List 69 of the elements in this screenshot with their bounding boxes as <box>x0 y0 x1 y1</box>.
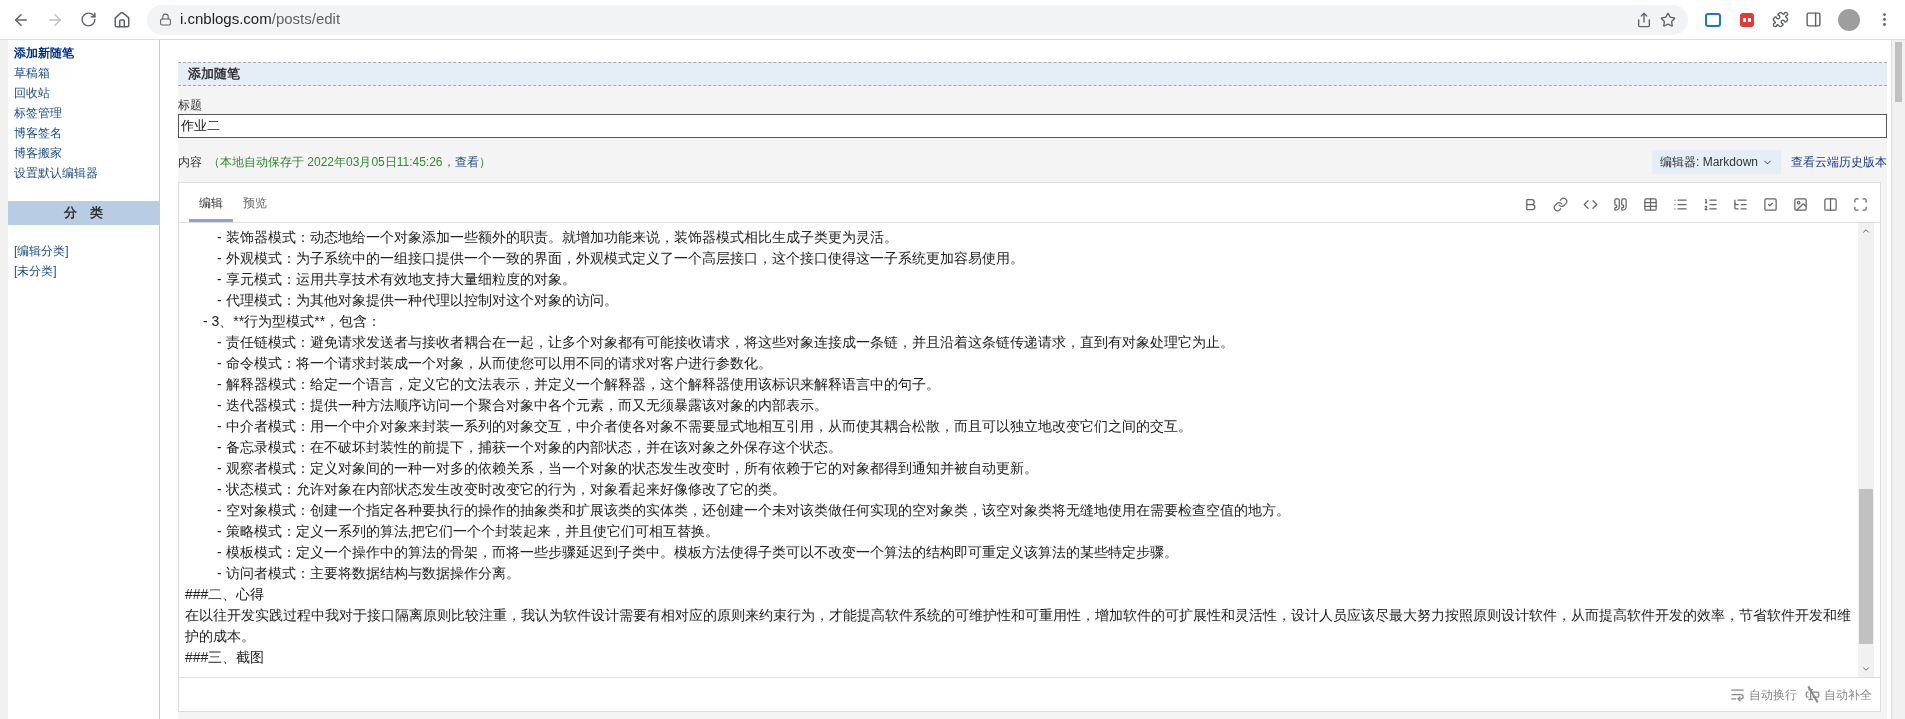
title-input[interactable]: 作业二 <box>178 114 1887 138</box>
editor-line: - 装饰器模式：动态地给一个对象添加一些额外的职责。就增加功能来说，装饰器模式相比生成子类更为灵活。 <box>216 228 899 247</box>
editor-line: - 访问者模式：主要将数据结构与数据操作分离。 <box>216 564 521 583</box>
avatar-icon[interactable] <box>1838 8 1860 31</box>
category-link[interactable]: [编辑分类] <box>8 241 159 261</box>
editor-line: ###二、心得 <box>185 585 266 604</box>
editor-tab[interactable]: 预览 <box>233 186 277 222</box>
address-bar[interactable]: i.cnblogs.com/posts/edit <box>147 4 1688 35</box>
panel-header: 添加随笔 <box>178 62 1887 86</box>
indent-icon[interactable] <box>1733 196 1748 212</box>
editor-line: - 状态模式：允许对象在内部状态发生改变时改变它的行为，对象看起来好像修改了它的类。 <box>216 480 787 499</box>
editor-line: - 外观模式：为子系统中的一组接口提供一个一致的界面，外观模式定义了一个高层接口，这个接口使得这一子系统更加容易使用。 <box>216 249 1025 268</box>
sidebar-link[interactable]: 设置默认编辑器 <box>8 163 159 183</box>
editor-line: - 迭代器模式：提供一种方法顺序访问一个聚合对象中各个元素，而又无须暴露该对象的内部表示。 <box>216 396 829 415</box>
sidebar-link[interactable]: 添加新随笔 <box>8 43 159 63</box>
scrollbar[interactable] <box>1858 223 1874 677</box>
sidebar-link[interactable]: 草稿箱 <box>8 63 159 83</box>
editor-tab[interactable]: 编辑 <box>189 186 233 222</box>
url-text: i.cnblogs.com/posts/edit <box>180 9 341 30</box>
checkbox-icon[interactable] <box>1763 196 1778 212</box>
table-icon[interactable] <box>1643 196 1658 212</box>
editor-line: - 策略模式：定义一系列的算法,把它们一个个封装起来，并且使它们可相互替换。 <box>216 522 721 541</box>
sidebar-link[interactable]: 博客签名 <box>8 123 159 143</box>
bold-icon[interactable] <box>1523 196 1538 212</box>
category-link[interactable]: [未分类] <box>8 261 159 281</box>
numbered-list-icon[interactable] <box>1703 196 1718 212</box>
editor-line: - 空对象模式：创建一个指定各种要执行的操作的抽象类和扩展该类的实体类，还创建一个未对该类做任何实现的空对象类，该空对象类将无缝地使用在需要检查空值的地方。 <box>216 501 1291 520</box>
view-link[interactable]: 查看 <box>454 155 479 169</box>
bookmark-star-icon[interactable] <box>1660 11 1676 28</box>
editor-line: - 3、**行为型模式**，包含： <box>202 312 383 331</box>
bullet-list-icon[interactable] <box>1673 196 1688 212</box>
sidebar-link[interactable]: 回收站 <box>8 83 159 103</box>
editor-option[interactable]: 自动补全 <box>1805 685 1872 704</box>
editor-line: - 享元模式：运用共享技术有效地支持大量细粒度的对象。 <box>216 270 577 289</box>
sidebar-link[interactable]: 博客搬家 <box>8 143 159 163</box>
content-label: 内容 <box>178 154 202 171</box>
scroll-down-icon[interactable] <box>1861 664 1871 674</box>
extensions-icon[interactable] <box>1772 11 1789 28</box>
home-icon[interactable] <box>113 10 131 29</box>
editor-line: - 中介者模式：用一个中介对象来封装一系列的对象交互，中介者使各对象不需要显式地相互引用，从而使其耦合松散，而且可以独立地改变它们之间的交互。 <box>216 417 1193 436</box>
autosave-note: （本地自动保存于 2022年03月05日11:45:26，查看） <box>208 154 491 171</box>
lock-icon <box>159 13 172 26</box>
text-wrap-icon <box>1730 687 1745 702</box>
text-cursor-icon <box>1805 687 1820 702</box>
link-icon[interactable] <box>1553 196 1568 212</box>
editor-line: - 备忘录模式：在不破坏封装性的前提下，捕获一个对象的内部状态，并在该对象之外保存这个状态。 <box>216 438 843 457</box>
title-label: 标题 <box>178 97 203 114</box>
editor-line: - 解释器模式：给定一个语言，定义它的文法表示，并定义一个解释器，这个解释器使用该标识来解释语言中的句子。 <box>216 375 941 394</box>
fullscreen-icon[interactable] <box>1853 196 1868 212</box>
editor-line: - 观察者模式：定义对象间的一种一对多的依赖关系，当一个对象的状态发生改变时，所有依赖于它的对象都得到通知并被自动更新。 <box>216 459 1039 478</box>
editor-line: ###三、截图 <box>185 648 266 667</box>
editor-line: - 命令模式：将一个请求封装成一个对象，从而使您可以用不同的请求对客户进行参数化。 <box>216 354 773 373</box>
editor-line: - 责任链模式：避免请求发送者与接收者耦合在一起，让多个对象都有可能接收请求，将这些对象连接成一条链，并且沿着这条链传递请求，直到有对象处理它为止。 <box>216 333 1235 352</box>
side-panel-icon[interactable] <box>1805 11 1822 28</box>
page-scrollbar[interactable] <box>1891 40 1905 719</box>
editor-line: - 模板模式：定义一个操作中的算法的骨架，而将一些步骤延迟到子类中。模板方法使得子类可以不改变一个算法的结构即可重定义该算法的某些特定步骤。 <box>216 543 1179 562</box>
split-view-icon[interactable] <box>1823 196 1838 212</box>
editor-option[interactable]: 自动换行 <box>1730 685 1797 704</box>
quote-icon[interactable] <box>1613 196 1628 212</box>
editor-line: 在以往开发实践过程中我对于接口隔离原则比较注重，我认为软件设计需要有相对应的原则来约束行为，才能提高软件系统的可维护性和可重用性，增加软件的可扩展性和灵活性，设计人员应该尽最大努力按照原则设计软件，从而提高软件开发的效率，节省软件开发和维护的成本。 <box>185 606 1852 646</box>
image-icon[interactable] <box>1793 196 1808 212</box>
history-link[interactable]: 查看云端历史版本 <box>1791 153 1887 171</box>
sidebar-link[interactable]: 标签管理 <box>8 103 159 123</box>
category-header: 分 类 <box>8 201 159 225</box>
editor-select[interactable]: 编辑器: Markdown <box>1651 150 1781 174</box>
share-icon[interactable] <box>1636 11 1652 28</box>
scroll-up-icon[interactable] <box>1861 226 1871 236</box>
reload-icon[interactable] <box>80 11 97 28</box>
editor-line: - 代理模式：为其他对象提供一种代理以控制对这个对象的访问。 <box>216 291 619 310</box>
